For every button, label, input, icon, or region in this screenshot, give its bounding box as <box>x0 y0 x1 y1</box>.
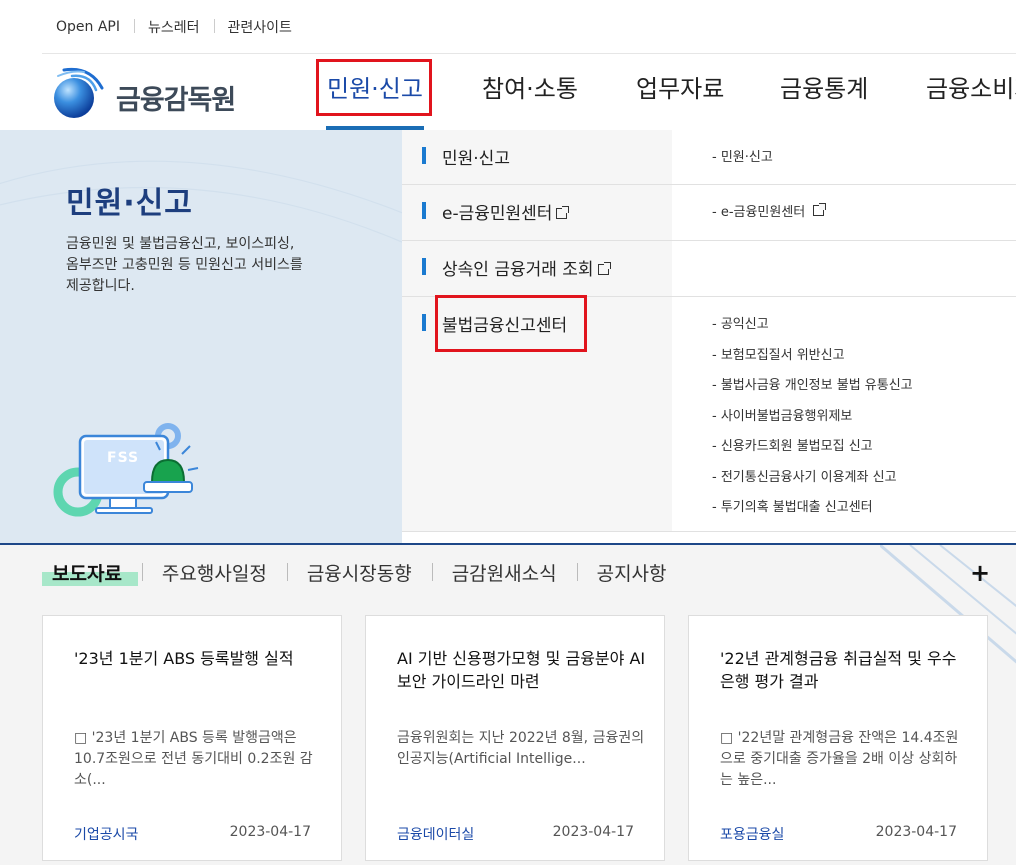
external-link-icon <box>597 262 611 275</box>
news-card[interactable]: '23년 1분기 ABS 등록발행 실적 □ '23년 1분기 ABS 등록 발… <box>42 615 342 861</box>
more-button[interactable]: + <box>970 559 990 587</box>
mega-category-e-civil-center[interactable]: e-금융민원센터 <box>422 199 570 224</box>
news-card-title[interactable]: AI 기반 신용평가모형 및 금융분야 AI 보안 가이드라인 마련 <box>397 647 647 693</box>
mega-category-label: 불법금융신고센터 <box>442 316 568 336</box>
mega-subitem[interactable]: - 공익신고 <box>712 313 913 344</box>
news-card-date: 2023-04-17 <box>875 824 957 840</box>
logo[interactable]: 금융감독원 <box>50 64 236 120</box>
news-card-department: 금융데이터실 <box>397 827 475 843</box>
gnb-item-work-materials[interactable]: 업무자료 <box>588 54 740 130</box>
news-card-date: 2023-04-17 <box>229 824 311 840</box>
mega-subitem-label: - e-금융민원센터 <box>712 205 806 220</box>
mega-subitems: - 공익신고 - 보험모집질서 위반신고 - 불법사금융 개인정보 불법 유통신… <box>712 313 913 527</box>
mega-menu-links: 민원·신고 - 민원·신고 e-금융민원센터 - e-금융민원센터 상속인 금융… <box>402 130 1016 543</box>
utility-link-newsletter[interactable]: 뉴스레터 <box>134 17 214 37</box>
mega-menu-description: 금융민원 및 불법금융신고, 보이스피싱, 옴부즈만 고충민원 등 민원신고 서… <box>66 236 303 294</box>
mega-menu-title: 민원·신고 <box>66 186 193 221</box>
mega-subitem[interactable]: - 민원·신고 <box>712 146 773 177</box>
utility-link-related-sites[interactable]: 관련사이트 <box>213 17 306 37</box>
mega-category-illegal-finance-report[interactable]: 불법금융신고센터 <box>422 311 567 336</box>
mega-subitem[interactable]: - 불법사금융 개인정보 불법 유통신고 <box>712 374 913 405</box>
mega-category-row: 민원·신고 - 민원·신고 <box>402 130 1016 185</box>
news-card-title[interactable]: '23년 1분기 ABS 등록발행 실적 <box>74 647 324 670</box>
mega-subitem[interactable]: - 전기통신금융사기 이용계좌 신고 <box>712 466 913 497</box>
mega-subitems: - e-금융민원센터 <box>712 201 827 232</box>
main-nav: 민원·신고 참여·소통 업무자료 금융통계 금융소비자 <box>316 54 1016 130</box>
gnb-item-consumer[interactable]: 금융소비자 <box>886 54 1016 130</box>
mega-subitem[interactable]: - 보험모집질서 위반신고 <box>712 344 913 375</box>
mega-subitem[interactable]: - 사이버불법금융행위제보 <box>712 405 913 436</box>
news-card-date: 2023-04-17 <box>552 824 634 840</box>
mega-subitems: - 민원·신고 <box>712 146 773 177</box>
logo-text: 금융감독원 <box>116 84 236 116</box>
fss-screen-label: FSS <box>107 450 140 466</box>
mega-subitem[interactable]: - 신용카드회원 불법모집 신고 <box>712 435 913 466</box>
gnb-item-participation[interactable]: 참여·소통 <box>434 54 588 130</box>
news-card-summary: □ '22년말 관계형금융 잔액은 14.4조원으로 중기대출 증가율을 2배 … <box>720 730 959 788</box>
news-card-summary: 금융위원회는 지난 2022년 8월, 금융권의 인공지능(Artificial… <box>397 730 645 767</box>
mega-category-label: 민원·신고 <box>442 149 510 169</box>
news-card-department: 포용금융실 <box>720 827 785 843</box>
mega-category-cell: 상속인 금융거래 조회 <box>402 241 672 296</box>
mega-subitem[interactable]: - 투기의혹 불법대출 신고센터 <box>712 496 913 527</box>
external-link-icon <box>556 206 570 219</box>
utility-nav: Open API 뉴스레터 관련사이트 <box>42 0 1016 54</box>
external-link-icon <box>813 203 827 216</box>
mega-category-cell: 불법금융신고센터 <box>402 297 672 531</box>
page: Open API 뉴스레터 관련사이트 금융감독원 민원·신고 참여·소통 업무… <box>0 0 1016 865</box>
tab-market-trends[interactable]: 금융시장동향 <box>286 559 432 586</box>
mega-category-civil-report[interactable]: 민원·신고 <box>422 144 510 169</box>
mega-category-row: 불법금융신고센터 - 공익신고 - 보험모집질서 위반신고 - 불법사금융 개인… <box>402 297 1016 532</box>
mega-subitem[interactable]: - e-금융민원센터 <box>712 201 827 232</box>
gnb-item-finance-statistics[interactable]: 금융통계 <box>740 54 886 130</box>
mega-category-inheritance-inquiry[interactable]: 상속인 금융거래 조회 <box>422 255 611 280</box>
tab-press-release[interactable]: 보도자료 <box>42 559 142 586</box>
mega-category-cell: e-금융민원센터 <box>402 185 672 240</box>
news-card-summary: □ '23년 1분기 ABS 등록 발행금액은 10.7조원으로 전년 동기대비… <box>74 730 313 788</box>
news-card-title[interactable]: '22년 관계형금융 취급실적 및 우수은행 평가 결과 <box>720 647 970 693</box>
mega-category-cell: 민원·신고 <box>402 130 672 184</box>
mega-menu: 민원·신고 금융민원 및 불법금융신고, 보이스피싱, 옴부즈만 고충민원 등 … <box>0 130 1016 543</box>
tab-notices[interactable]: 공지사항 <box>576 559 687 586</box>
gnb-item-civil-report[interactable]: 민원·신고 <box>316 54 434 130</box>
news-section: 보도자료 주요행사일정 금융시장동향 금감원새소식 공지사항 + '23년 1분… <box>0 543 1016 865</box>
logo-globe-icon <box>50 64 106 120</box>
mega-category-label: e-금융민원센터 <box>442 204 553 224</box>
fss-computer-illustration-icon: FSS <box>48 420 208 530</box>
utility-link-open-api[interactable]: Open API <box>42 19 134 35</box>
mega-menu-intro: 민원·신고 금융민원 및 불법금융신고, 보이스피싱, 옴부즈만 고충민원 등 … <box>0 130 402 543</box>
news-card[interactable]: '22년 관계형금융 취급실적 및 우수은행 평가 결과 □ '22년말 관계형… <box>688 615 988 861</box>
news-card[interactable]: AI 기반 신용평가모형 및 금융분야 AI 보안 가이드라인 마련 금융위원회… <box>365 615 665 861</box>
mega-category-row: e-금융민원센터 - e-금융민원센터 <box>402 185 1016 241</box>
mega-category-label: 상속인 금융거래 조회 <box>442 260 594 280</box>
mega-category-row: 상속인 금융거래 조회 <box>402 241 1016 297</box>
news-card-department: 기업공시국 <box>74 827 139 843</box>
news-tabs: 보도자료 주요행사일정 금융시장동향 금감원새소식 공지사항 <box>42 559 687 586</box>
tab-fss-news[interactable]: 금감원새소식 <box>431 559 577 586</box>
header: 금융감독원 민원·신고 참여·소통 업무자료 금융통계 금융소비자 <box>0 54 1016 130</box>
tab-major-events[interactable]: 주요행사일정 <box>141 559 287 586</box>
